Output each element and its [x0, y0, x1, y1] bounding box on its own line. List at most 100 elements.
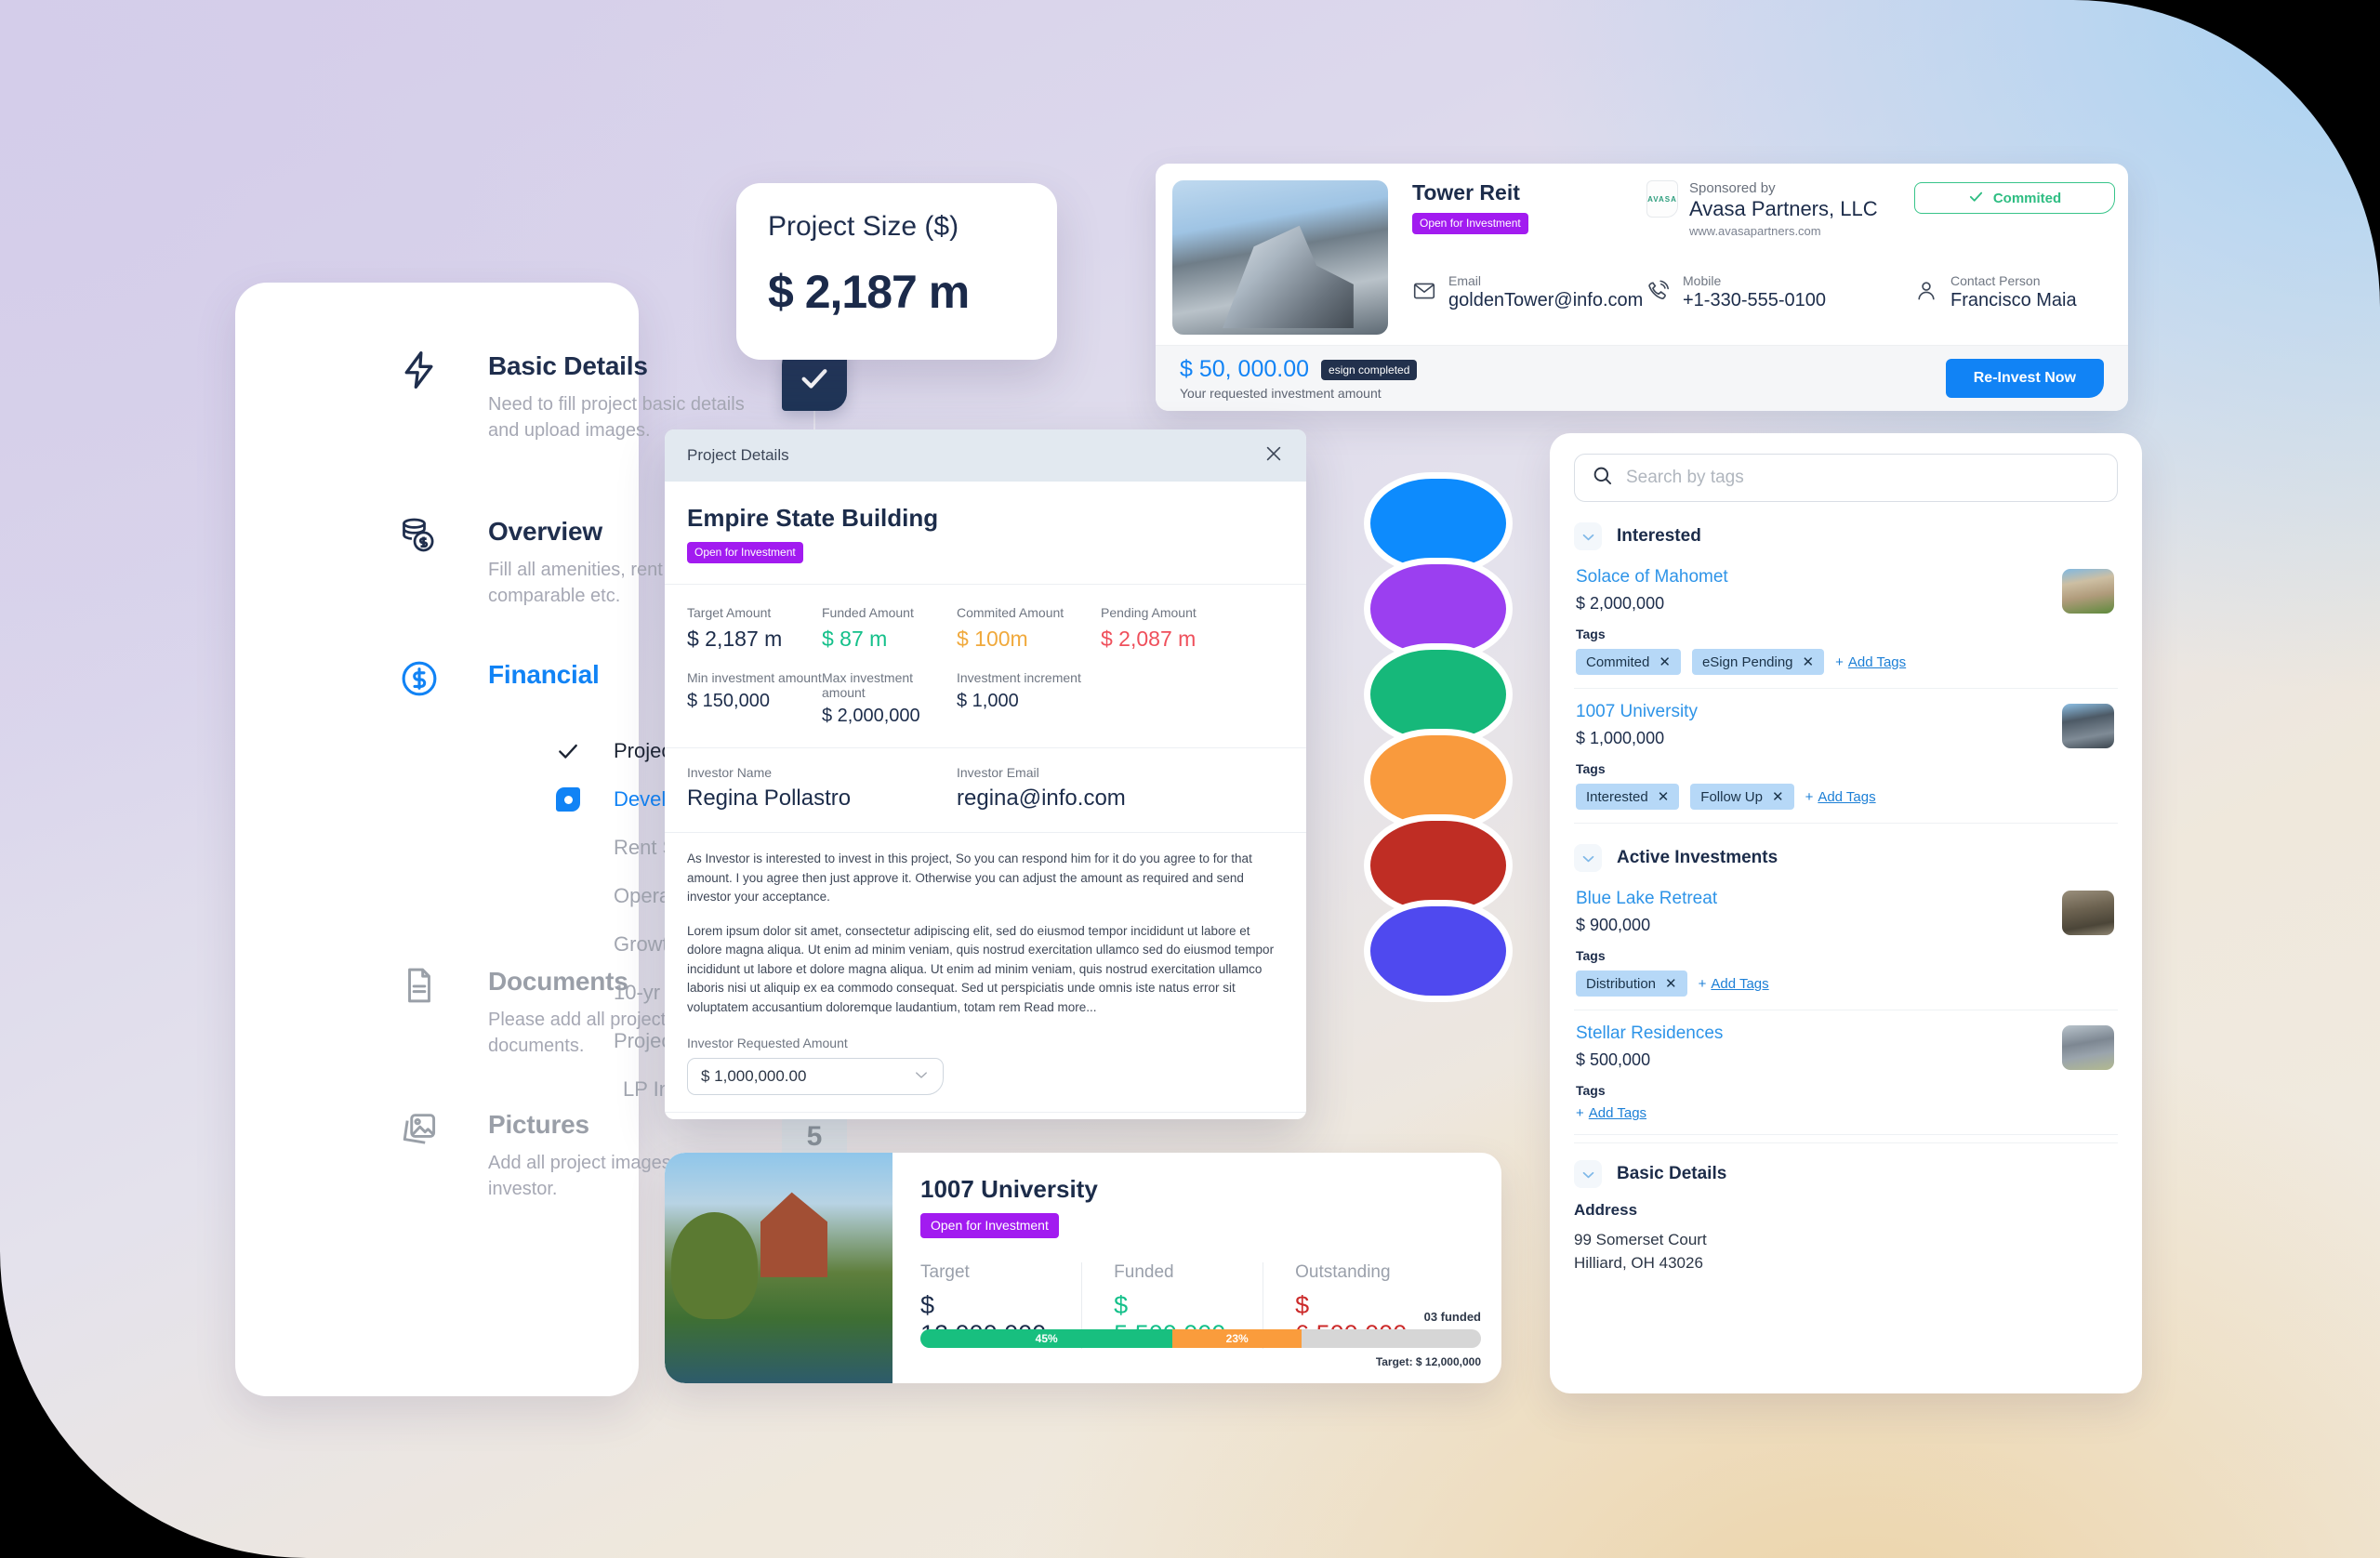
limit-max: Max investment amount $ 2,000,000 — [822, 670, 957, 727]
limit-value: $ 2,000,000 — [822, 706, 920, 726]
color-swatch-stack — [1364, 472, 1513, 1002]
close-icon[interactable] — [1263, 443, 1284, 469]
modal-amounts-row: Target Amount $ 2,187 m Funded Amount $ … — [687, 585, 1284, 657]
chevron-down-icon — [913, 1066, 930, 1088]
investment-name-link[interactable]: Blue Lake Retreat — [1576, 889, 2118, 909]
investment-amount: $ 1,000,000 — [1576, 729, 1665, 747]
section-header-basic-details[interactable]: Basic Details — [1574, 1142, 2118, 1188]
bullet-placeholder-icon — [556, 836, 580, 860]
modal-paragraph-2: Lorem ipsum dolor sit amet, consectetur … — [687, 923, 1275, 1014]
sponsored-by-label: Sponsored by — [1689, 180, 1776, 196]
add-tags-button[interactable]: + Add Tags — [1576, 1105, 1646, 1121]
tag-chip[interactable]: Interested ✕ — [1576, 784, 1680, 810]
remove-tag-icon[interactable]: ✕ — [1772, 788, 1784, 805]
investor-tags-panel: Interested Solace of Mahomet $ 2,000,000… — [1550, 433, 2142, 1393]
limit-label: Max investment amount — [822, 670, 914, 700]
requested-amount-label: Investor Requested Amount — [687, 1036, 848, 1051]
remove-tag-icon[interactable]: ✕ — [1665, 975, 1677, 992]
committed-status-button[interactable]: Commited — [1914, 182, 2115, 214]
modal-header: Project Details — [665, 429, 1306, 482]
tag-chip[interactable]: eSign Pending ✕ — [1691, 649, 1825, 675]
requested-amount-select[interactable]: $ 1,000,000.00 — [687, 1058, 944, 1096]
current-marker-icon — [556, 787, 580, 812]
chevron-down-icon[interactable] — [1574, 522, 1602, 550]
investment-name-link[interactable]: Solace of Mahomet — [1576, 567, 2118, 588]
avasa-logo-icon: AVASA — [1646, 180, 1678, 218]
tag-chip[interactable]: Distribution ✕ — [1576, 970, 1687, 997]
add-tags-label: Add Tags — [1847, 654, 1907, 670]
section-title: Interested — [1617, 526, 1701, 546]
limit-min: Min investment amount $ 150,000 — [687, 670, 822, 727]
investor-email-value: regina@info.com — [957, 786, 1126, 811]
chevron-down-icon[interactable] — [1574, 1160, 1602, 1188]
university-project-card: 1007 University Open for Investment Targ… — [665, 1153, 1501, 1383]
image-icon — [399, 1108, 440, 1149]
remove-tag-icon[interactable]: ✕ — [1658, 788, 1670, 805]
contact-person-label: Contact Person — [1950, 273, 2041, 288]
tag-chip[interactable]: Commited ✕ — [1576, 649, 1681, 675]
list-item[interactable]: Solace of Mahomet $ 2,000,000 Tags Commi… — [1574, 554, 2118, 689]
tags-label: Tags — [1576, 627, 1606, 641]
list-item[interactable]: 1007 University $ 1,000,000 Tags Interes… — [1574, 689, 2118, 824]
email-value: goldenTower@info.com — [1448, 290, 1644, 310]
investment-thumbnail — [2062, 1025, 2114, 1070]
amount-target: Target Amount $ 2,187 m — [687, 605, 822, 652]
investor-name-block: Investor Name Regina Pollastro — [687, 765, 957, 812]
committed-label: Commited — [1992, 190, 2062, 206]
project-size-value: $ 2,187 m — [768, 266, 970, 318]
plus-icon: + — [1698, 975, 1707, 992]
investor-name-label: Investor Name — [687, 765, 773, 780]
university-card-title: 1007 University — [920, 1175, 1098, 1203]
list-item[interactable]: Stellar Residences $ 500,000 Tags + Add … — [1574, 1010, 2118, 1135]
investor-email-label: Investor Email — [957, 765, 1039, 780]
stat-label: Target — [920, 1262, 970, 1282]
limit-value: $ 1,000 — [957, 691, 1019, 711]
add-tags-button[interactable]: + Add Tags — [1835, 654, 1906, 670]
investment-name-link[interactable]: 1007 University — [1576, 702, 2118, 722]
tag-label: Follow Up — [1700, 788, 1763, 805]
search-by-tags-box[interactable] — [1574, 454, 2118, 502]
email-label: Email — [1448, 273, 1482, 288]
section-header-interested[interactable]: Interested — [1574, 522, 2118, 550]
modal-paragraph-1: As Investor is interested to invest in t… — [687, 852, 1252, 904]
list-item[interactable]: Blue Lake Retreat $ 900,000 Tags Distrib… — [1574, 876, 2118, 1010]
reit-property-photo — [1172, 180, 1388, 335]
address-line-1: 99 Somerset Court — [1574, 1231, 1707, 1248]
chevron-down-icon[interactable] — [1574, 844, 1602, 872]
bolt-icon — [399, 350, 440, 390]
phone-icon — [1646, 279, 1671, 303]
investment-thumbnail — [2062, 569, 2114, 614]
progress-bar: 45% 23% — [920, 1329, 1481, 1348]
reinvest-now-button[interactable]: Re-Invest Now — [1945, 359, 2104, 398]
remove-tag-icon[interactable]: ✕ — [1803, 654, 1815, 670]
search-input[interactable] — [1626, 468, 2100, 488]
bullet-placeholder-icon — [565, 1077, 589, 1102]
check-icon — [556, 739, 580, 763]
bullet-placeholder-icon — [556, 932, 580, 957]
amount-label: Funded Amount — [822, 605, 914, 620]
dollar-circle-icon — [399, 658, 440, 699]
limit-value: $ 150,000 — [687, 691, 770, 711]
limit-label: Investment increment — [957, 670, 1081, 685]
requested-amount-selected-value: $ 1,000,000.00 — [701, 1067, 807, 1086]
step-title: Basic Details — [488, 351, 648, 380]
investment-name-link[interactable]: Stellar Residences — [1576, 1023, 2118, 1044]
mobile-label: Mobile — [1683, 273, 1722, 288]
remove-tag-icon[interactable]: ✕ — [1659, 654, 1671, 670]
swatch-indigo[interactable] — [1364, 900, 1513, 1002]
project-details-modal: Project Details Empire State Building Op… — [665, 429, 1306, 1119]
tag-chip[interactable]: Follow Up ✕ — [1690, 784, 1794, 810]
add-tags-button[interactable]: + Add Tags — [1699, 976, 1769, 992]
progress-segment-funded: 45% — [920, 1329, 1173, 1348]
project-size-label: Project Size ($) — [768, 211, 959, 242]
amount-label: Pending Amount — [1101, 605, 1197, 620]
add-tags-button[interactable]: + Add Tags — [1805, 789, 1876, 805]
amount-value: $ 87 m — [822, 627, 888, 651]
esign-status-badge: esign completed — [1321, 359, 1418, 380]
tag-label: Interested — [1586, 788, 1648, 805]
plus-icon: + — [1576, 1105, 1584, 1121]
address-label: Address — [1574, 1201, 1638, 1219]
section-header-active-investments[interactable]: Active Investments — [1574, 844, 2118, 872]
reit-status-badge: Open for Investment — [1412, 213, 1528, 234]
project-stepper-panel: Basic Details Need to fill project basic… — [235, 283, 847, 1396]
